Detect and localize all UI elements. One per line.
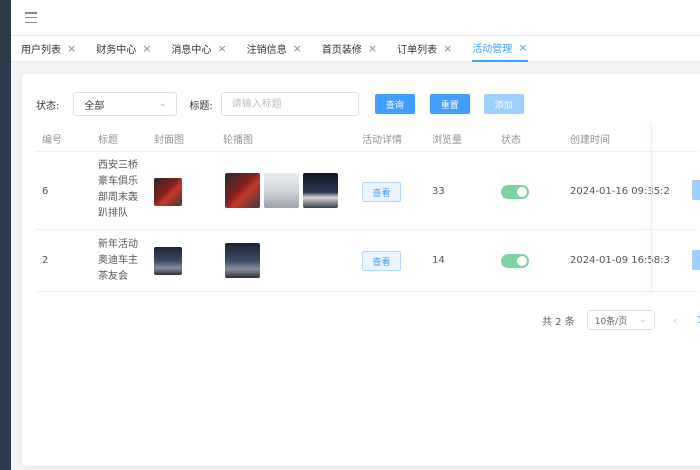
header-detail: 活动详情 bbox=[362, 135, 402, 146]
row-created-time: 2024-01-09 16:58:3 bbox=[570, 255, 670, 266]
tab-user-list[interactable]: 用户列表 × bbox=[21, 36, 76, 62]
add-button[interactable]: 添加 bbox=[483, 94, 524, 114]
close-icon[interactable]: × bbox=[293, 42, 302, 55]
operation-button[interactable] bbox=[692, 250, 700, 270]
toggle-knob bbox=[517, 256, 527, 266]
hamburger-menu-icon[interactable] bbox=[25, 12, 37, 23]
tab-order-list[interactable]: 订单列表 × bbox=[397, 36, 452, 62]
row-views: 33 bbox=[432, 186, 445, 197]
chevron-down-icon: ⌄ bbox=[158, 99, 167, 109]
row-id: 2 bbox=[42, 255, 49, 266]
tab-label: 财务中心 bbox=[96, 45, 137, 56]
tab-label: 用户列表 bbox=[21, 45, 61, 56]
row-title: 西安三桥豪车俱乐部周末轰趴排队 bbox=[98, 160, 138, 219]
close-icon[interactable]: × bbox=[518, 41, 527, 54]
header-title: 标题 bbox=[98, 135, 118, 146]
header-created: 创建时间 bbox=[570, 135, 610, 146]
prev-page-icon[interactable]: ‹ bbox=[673, 314, 677, 327]
row-id: 6 bbox=[42, 186, 49, 197]
carousel-image[interactable] bbox=[225, 173, 260, 208]
tab-finance-center[interactable]: 财务中心 × bbox=[96, 36, 151, 62]
operation-button[interactable] bbox=[692, 180, 700, 200]
tags-view-bar: 用户列表 × 财务中心 × 消息中心 × 注销信息 × 首页装修 × 订单列表 … bbox=[11, 36, 700, 62]
cover-image[interactable] bbox=[154, 247, 182, 275]
row-title: 新年活动奥迪车主茶友会 bbox=[98, 239, 138, 282]
carousel-image[interactable] bbox=[225, 243, 260, 278]
status-select-value: 全部 bbox=[84, 100, 105, 112]
tab-label: 首页装修 bbox=[321, 45, 362, 56]
view-detail-button[interactable]: 查看 bbox=[362, 182, 401, 202]
close-icon[interactable]: × bbox=[443, 42, 452, 55]
page-size-value: 10条/页 bbox=[594, 316, 628, 327]
status-toggle[interactable] bbox=[501, 185, 529, 199]
header-id: 编号 bbox=[42, 135, 62, 146]
table-row: 2 新年活动奥迪车主茶友会 查看 14 2024-01-09 16:58:3 bbox=[36, 230, 698, 292]
status-toggle[interactable] bbox=[501, 254, 529, 268]
page-size-select[interactable]: 10条/页 ⌄ bbox=[586, 310, 655, 330]
close-icon[interactable]: × bbox=[67, 42, 76, 55]
top-navbar bbox=[11, 0, 700, 36]
search-button[interactable]: 查询 bbox=[374, 94, 415, 114]
cover-image[interactable] bbox=[154, 178, 182, 206]
table-header: 编号 标题 封面图 轮播图 活动详情 浏览量 状态 创建时间 bbox=[36, 122, 698, 152]
carousel-image[interactable] bbox=[264, 173, 299, 208]
activity-table: 编号 标题 封面图 轮播图 活动详情 浏览量 状态 创建时间 6 西安三桥豪车俱… bbox=[36, 122, 698, 292]
header-status: 状态 bbox=[501, 135, 521, 146]
tab-message-center[interactable]: 消息中心 × bbox=[171, 36, 226, 62]
tab-cancellation-info[interactable]: 注销信息 × bbox=[247, 36, 302, 62]
pagination: 共 2 条 10条/页 ⌄ ‹ 1 bbox=[542, 310, 700, 330]
header-views: 浏览量 bbox=[432, 135, 462, 146]
close-icon[interactable]: × bbox=[368, 42, 377, 55]
toggle-knob bbox=[517, 187, 527, 197]
pagination-total: 共 2 条 bbox=[542, 316, 575, 328]
reset-button[interactable]: 重置 bbox=[429, 94, 470, 114]
tab-label: 消息中心 bbox=[171, 45, 212, 56]
red-car-image bbox=[154, 178, 182, 206]
row-created-time: 2024-01-16 09:35:2 bbox=[570, 186, 670, 197]
title-search-input[interactable] bbox=[220, 92, 359, 116]
table-row: 6 西安三桥豪车俱乐部周末轰趴排队 查看 33 2024-01-16 09:35… bbox=[36, 152, 698, 230]
close-icon[interactable]: × bbox=[142, 42, 151, 55]
title-filter-label: 标题: bbox=[189, 100, 213, 112]
row-views: 14 bbox=[432, 255, 445, 266]
tab-label: 注销信息 bbox=[246, 45, 287, 56]
chevron-down-icon: ⌄ bbox=[639, 315, 647, 325]
view-detail-button[interactable]: 查看 bbox=[362, 251, 401, 271]
tab-label: 活动管理 bbox=[472, 44, 513, 55]
close-icon[interactable]: × bbox=[217, 42, 226, 55]
status-select[interactable]: 全部 ⌄ bbox=[73, 92, 178, 116]
filter-form: 状态: 全部 ⌄ 标题: 查询 重置 添加 bbox=[36, 92, 524, 116]
tab-activity-management[interactable]: 活动管理 × bbox=[472, 36, 528, 62]
sidebar-collapsed bbox=[0, 0, 11, 470]
tab-label: 订单列表 bbox=[397, 45, 438, 56]
status-filter-label: 状态: bbox=[36, 100, 60, 112]
header-cover: 封面图 bbox=[154, 135, 184, 146]
tab-homepage-decoration[interactable]: 首页装修 × bbox=[322, 36, 377, 62]
fixed-column-divider bbox=[651, 122, 652, 294]
content-card: 状态: 全部 ⌄ 标题: 查询 重置 添加 编号 标题 封面图 轮播图 活动详情… bbox=[22, 74, 700, 466]
header-carousel: 轮播图 bbox=[223, 135, 253, 146]
carousel-image[interactable] bbox=[303, 173, 338, 208]
